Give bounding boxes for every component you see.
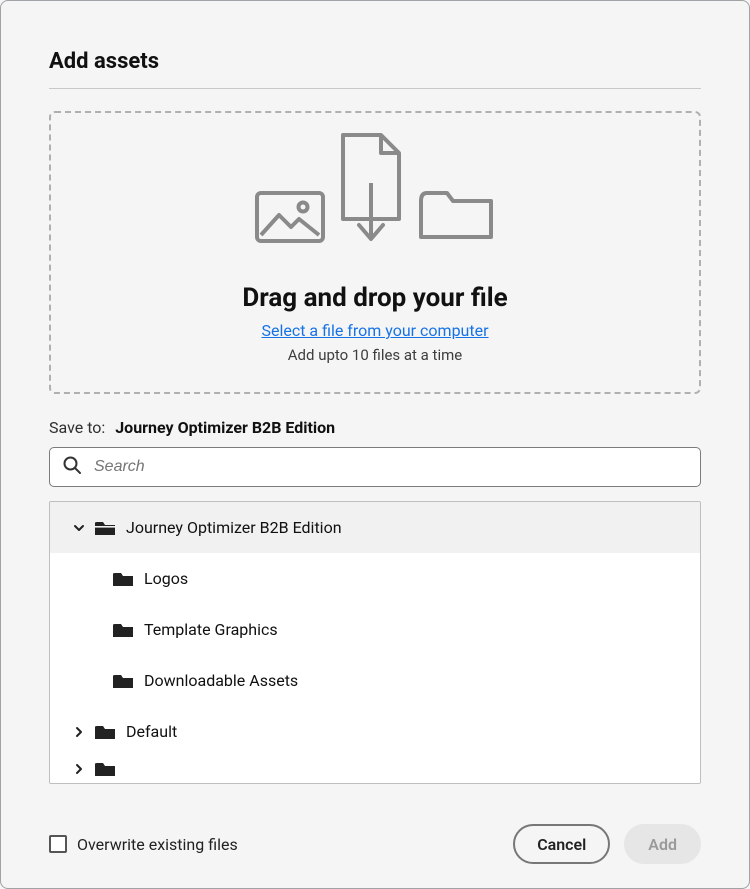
save-to-value: Journey Optimizer B2B Edition <box>115 418 335 437</box>
dialog-footer: Overwrite existing files Cancel Add <box>49 800 701 864</box>
folder-icon <box>112 672 134 690</box>
tree-row-label: Template Graphics <box>144 620 278 639</box>
chevron-right-icon[interactable] <box>70 762 88 776</box>
overwrite-label: Overwrite existing files <box>77 835 238 854</box>
tree-row-child[interactable]: Logos <box>50 553 700 604</box>
tree-row-label: Journey Optimizer B2B Edition <box>126 518 342 537</box>
tree-row-root[interactable]: Journey Optimizer B2B Edition <box>50 502 700 553</box>
tree-row-child[interactable]: Template Graphics <box>50 604 700 655</box>
chevron-down-icon[interactable] <box>70 521 88 535</box>
tree-row-label: Logos <box>144 569 188 588</box>
search-input[interactable] <box>92 457 688 477</box>
search-box[interactable] <box>49 447 701 487</box>
tree-row-partial[interactable] <box>50 757 700 781</box>
folder-tree[interactable]: Journey Optimizer B2B Edition Logos Temp… <box>49 501 701 784</box>
save-to-row: Save to: Journey Optimizer B2B Edition <box>49 418 701 437</box>
overwrite-checkbox-row[interactable]: Overwrite existing files <box>49 835 238 854</box>
dropzone-title: Drag and drop your file <box>71 283 679 313</box>
image-icon <box>255 191 325 247</box>
tree-row-child[interactable]: Downloadable Assets <box>50 655 700 706</box>
folder-icon <box>94 760 116 778</box>
folder-open-icon <box>94 519 116 537</box>
folder-icon <box>112 570 134 588</box>
tree-row-label: Default <box>126 722 177 741</box>
add-button[interactable]: Add <box>624 824 701 864</box>
dropzone-illustration <box>71 131 679 247</box>
dialog-title: Add assets <box>49 49 701 74</box>
search-icon <box>62 455 82 479</box>
dropzone[interactable]: Drag and drop your file Select a file fr… <box>49 111 701 394</box>
folder-icon <box>112 621 134 639</box>
chevron-right-icon[interactable] <box>70 725 88 739</box>
cancel-button[interactable]: Cancel <box>513 824 610 864</box>
select-file-link[interactable]: Select a file from your computer <box>261 321 488 340</box>
folder-outline-icon <box>417 187 495 247</box>
tree-row-label: Downloadable Assets <box>144 671 298 690</box>
divider <box>49 88 701 89</box>
folder-icon <box>94 723 116 741</box>
save-to-label: Save to: <box>49 418 105 437</box>
checkbox-icon[interactable] <box>49 835 67 853</box>
dropzone-hint: Add upto 10 files at a time <box>71 346 679 364</box>
file-download-icon <box>335 131 407 247</box>
tree-row-sibling[interactable]: Default <box>50 706 700 757</box>
